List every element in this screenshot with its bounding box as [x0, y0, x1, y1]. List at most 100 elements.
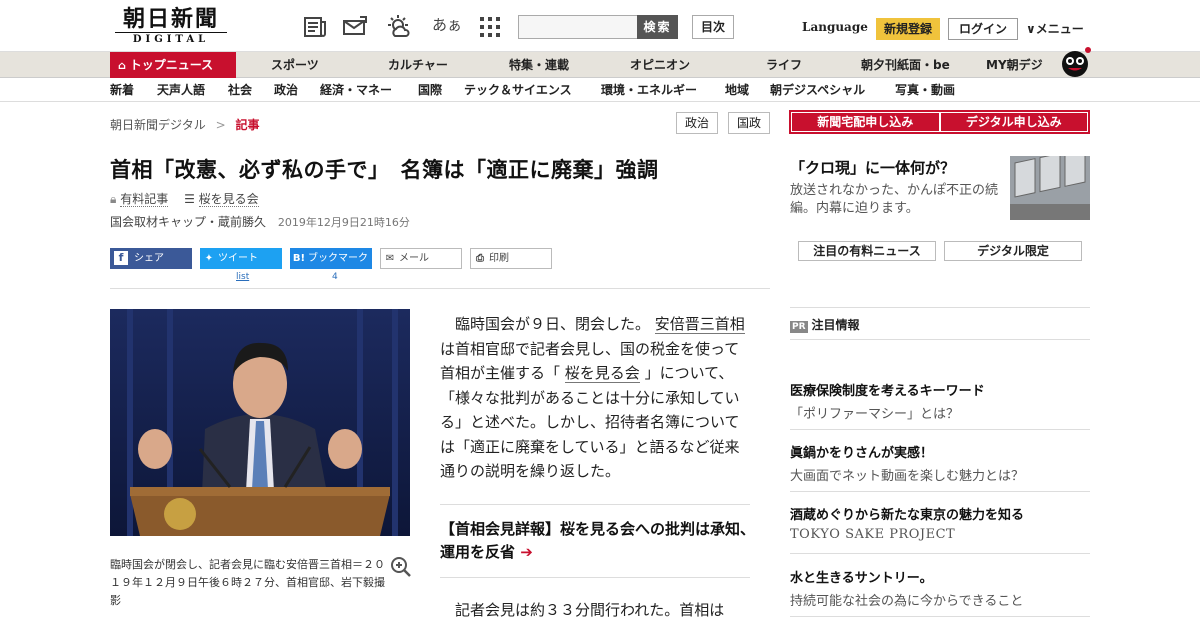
nav-item-culture[interactable]: カルチャー — [388, 52, 448, 78]
menu-button[interactable]: ∨メニュー — [1026, 20, 1084, 37]
breadcrumb-home[interactable]: 朝日新聞デジタル — [110, 118, 206, 132]
series-link[interactable]: 桜を見る会 — [198, 192, 259, 207]
facebook-share-button[interactable]: f シェア — [110, 248, 192, 269]
subnav-item[interactable]: 社会 — [228, 78, 252, 102]
paid-news-button[interactable]: 注目の有料ニュース — [798, 241, 936, 261]
newspaper-icon[interactable] — [302, 14, 328, 40]
link-abe[interactable]: 安倍晋三首相 — [654, 315, 745, 334]
home-icon: ⌂ — [118, 59, 130, 72]
pr-item-title[interactable]: 酒蔵めぐりから新たな東京の魅力を知る — [790, 504, 1024, 523]
weather-icon[interactable] — [386, 14, 412, 40]
nav-top-news[interactable]: ⌂ トップニュース — [110, 52, 236, 78]
pr-item-title[interactable]: 医療保険制度を考えるキーワード — [790, 380, 985, 399]
main-nav: ⌂ トップニュース スポーツ カルチャー 特集・連載 オピニオン ライフ 朝夕刊… — [0, 47, 1200, 78]
divider — [110, 288, 770, 289]
pr-heading: PR 注目情報 — [790, 316, 860, 333]
mail-share-button[interactable]: ✉ メール — [380, 248, 462, 269]
pr-item-sub: 大画面でネット動画を楽しむ魅力とは？ — [790, 469, 1025, 484]
facebook-icon: f — [114, 251, 128, 265]
divider — [440, 577, 750, 578]
envelope-icon: ✉ — [385, 253, 395, 264]
promo-image[interactable] — [1010, 156, 1090, 220]
login-button[interactable]: ログイン — [948, 18, 1018, 40]
signup-button[interactable]: 新規登録 — [876, 18, 940, 40]
digital-only-button[interactable]: デジタル限定 — [944, 241, 1082, 261]
logo-sub: DIGITAL — [115, 32, 227, 46]
nav-item-opinion[interactable]: オピニオン — [630, 52, 690, 78]
article-photo[interactable] — [110, 309, 410, 536]
article-headline: 首相「改憲、必ず私の手で」 名簿は「適正に廃棄」強調 — [110, 158, 659, 182]
print-button[interactable]: ⎙ 印刷 — [470, 248, 552, 269]
hatena-icon: B! — [292, 253, 306, 264]
nav-item-features[interactable]: 特集・連載 — [509, 52, 569, 78]
subscribe-buttons: 新聞宅配申し込み デジタル申し込み — [789, 110, 1090, 134]
arrow-right-icon: ➔ — [520, 543, 533, 561]
divider — [790, 616, 1090, 617]
nav-item-life[interactable]: ライフ — [766, 52, 802, 78]
twitter-share-label: ツイート — [218, 253, 258, 264]
nav-item-my[interactable]: MY朝デジ — [986, 52, 1043, 78]
zoom-icon[interactable] — [390, 556, 412, 578]
article-labels: 🔒︎ 有料記事 ☰ 桜を見る会 — [110, 190, 259, 207]
promo-text: 放送されなかった、かんぽ不正の続編。内幕に迫ります。 — [790, 183, 999, 216]
related-article-title: 【首相会見詳報】桜を見る会への批判は承知、運用を反省 — [440, 520, 756, 561]
printer-icon: ⎙ — [476, 253, 484, 264]
divider — [790, 553, 1090, 554]
hatena-bookmark-button[interactable]: B! ブックマーク — [290, 248, 372, 269]
twitter-share-button[interactable]: ✦ ツイート — [200, 248, 282, 269]
subnav-item[interactable]: テック＆サイエンス — [464, 78, 572, 102]
breadcrumb-current: 記事 — [235, 118, 260, 132]
pr-item-sub: TOKYO SAKE PROJECT — [790, 527, 956, 542]
subnav-item[interactable]: 天声人語 — [157, 78, 205, 102]
related-article-link[interactable]: 【首相会見詳報】桜を見る会への批判は承知、運用を反省 ➔ — [440, 518, 760, 564]
subnav-item[interactable]: 朝デジスペシャル — [770, 78, 865, 102]
pr-badge: PR — [790, 321, 808, 333]
tag-national[interactable]: 国政 — [728, 112, 770, 134]
paid-label[interactable]: 有料記事 — [120, 192, 169, 207]
search-button[interactable]: 検索 — [637, 15, 678, 39]
grid-menu-icon[interactable] — [477, 14, 503, 40]
breadcrumb: 朝日新聞デジタル > 記事 — [110, 116, 260, 133]
pr-item-sub: 持続可能な社会の為に今からできること — [790, 594, 1024, 609]
print-label: 印刷 — [489, 253, 509, 264]
digital-subscribe-button[interactable]: デジタル申し込み — [940, 113, 1087, 131]
divider — [790, 307, 1090, 308]
nav-top-news-label: トップニュース — [129, 58, 214, 72]
article-body: 臨時国会が９日、閉会した。 安倍晋三首相 は首相官邸で記者会見し、国の税金を使っ… — [440, 312, 750, 484]
lock-icon: 🔒︎ — [110, 192, 117, 206]
body-text: 臨時国会が９日、閉会した。 — [455, 315, 651, 333]
twitter-icon: ✦ — [204, 253, 214, 264]
logo-main: 朝日新聞 — [122, 6, 219, 32]
language-link[interactable]: Language — [802, 20, 868, 34]
paper-subscribe-button[interactable]: 新聞宅配申し込み — [792, 113, 939, 131]
promo-title[interactable]: 「クロ現」に一体何が？ — [790, 157, 955, 178]
tag-politics[interactable]: 政治 — [676, 112, 718, 134]
subnav-item[interactable]: 国際 — [418, 78, 442, 102]
facebook-share-label: シェア — [134, 253, 164, 264]
subnav-item[interactable]: 新着 — [110, 78, 134, 102]
subnav-item[interactable]: 地域 — [725, 78, 749, 102]
subnav-item[interactable]: 政治 — [274, 78, 298, 102]
article-body-2: 記者会見は約３３分間行われた。首相は — [440, 598, 750, 623]
sub-nav: 新着 天声人語 社会 政治 経済・マネー 国際 テック＆サイエンス 環境・エネル… — [0, 78, 1200, 102]
subnav-item[interactable]: 経済・マネー — [320, 78, 392, 102]
nav-item-sports[interactable]: スポーツ — [271, 52, 319, 78]
publish-date: 2019年12月9日21時16分 — [277, 216, 410, 229]
subnav-item[interactable]: 写真・動画 — [895, 78, 955, 102]
subnav-item[interactable]: 環境・エネルギー — [601, 78, 697, 102]
site-logo[interactable]: 朝日新聞 DIGITAL — [115, 6, 227, 46]
toc-button[interactable]: 目次 — [692, 15, 734, 39]
nav-item-paper[interactable]: 朝夕刊紙面・be — [861, 52, 950, 78]
search-input[interactable] — [518, 15, 638, 39]
list-icon: ☰ — [184, 192, 195, 206]
hatena-count[interactable]: 4 — [332, 272, 338, 282]
link-sakura[interactable]: 桜を見る会 — [564, 364, 640, 383]
pr-item-title[interactable]: 眞鍋かをりさんが実感！ — [790, 442, 933, 461]
hatena-label: ブックマーク — [308, 253, 368, 264]
font-size-icon[interactable]: あぁ — [432, 14, 462, 35]
mascot-icon — [1062, 47, 1091, 77]
pr-item-title[interactable]: 水と生きるサントリー。 — [790, 567, 933, 586]
twitter-count[interactable]: list — [236, 272, 249, 282]
mail-label: メール — [399, 253, 429, 264]
mail-magazine-icon[interactable] — [342, 14, 368, 40]
